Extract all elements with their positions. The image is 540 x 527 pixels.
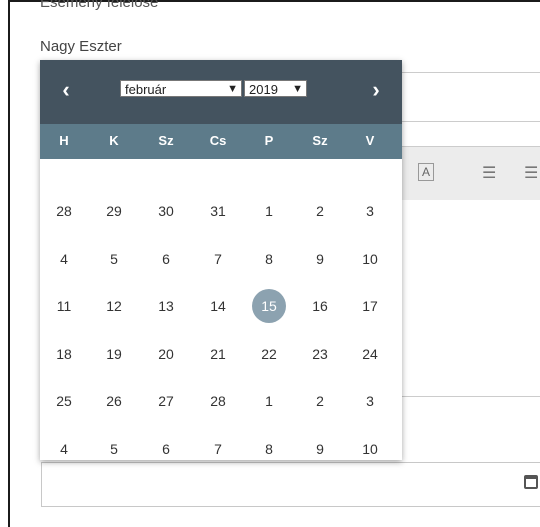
day-cell[interactable]: 8	[252, 432, 286, 466]
day-cell[interactable]: 3	[353, 384, 387, 418]
weekday-label: V	[365, 133, 375, 148]
year-value: 2019	[249, 82, 278, 97]
prev-month-button[interactable]: ‹	[56, 78, 76, 102]
day-cell[interactable]: 24	[353, 337, 387, 371]
datepicker-header: ‹ február ▼ 2019 ▼ ›	[40, 60, 402, 124]
day-cell[interactable]: 7	[201, 432, 235, 466]
day-cell[interactable]: 17	[353, 289, 387, 323]
editor-toolbar: A ☰ ☰	[400, 146, 540, 203]
owner-input[interactable]	[400, 72, 540, 122]
weekday-label: H	[59, 133, 69, 148]
month-value: február	[125, 82, 167, 97]
chevron-down-icon: ▼	[292, 83, 303, 95]
day-cell[interactable]: 13	[149, 289, 183, 323]
chevron-down-icon: ▼	[227, 83, 238, 95]
weekday-label: Cs	[209, 133, 227, 148]
day-cell[interactable]: 4	[47, 432, 81, 466]
owner-name-text: Nagy Eszter	[40, 38, 122, 55]
day-cell[interactable]: 19	[97, 337, 131, 371]
day-cell[interactable]: 7	[201, 242, 235, 276]
editor-area[interactable]	[400, 200, 540, 400]
month-select[interactable]: február ▼	[120, 80, 242, 97]
day-cell[interactable]: 14	[201, 289, 235, 323]
day-cell[interactable]: 8	[252, 242, 286, 276]
calendar-icon[interactable]	[524, 475, 538, 489]
weekday-row: H K Sz Cs P Sz V	[40, 124, 402, 159]
day-cell[interactable]: 30	[149, 194, 183, 228]
weekday-label: P	[264, 133, 274, 148]
day-cell[interactable]: 22	[252, 337, 286, 371]
day-cell[interactable]: 3	[353, 194, 387, 228]
day-cell[interactable]: 29	[97, 194, 131, 228]
ordered-list-icon[interactable]: ☰	[482, 163, 496, 183]
day-cell[interactable]: 20	[149, 337, 183, 371]
day-cell[interactable]: 18	[47, 337, 81, 371]
next-month-button[interactable]: ›	[366, 78, 386, 102]
day-cell[interactable]: 21	[201, 337, 235, 371]
day-cell[interactable]: 6	[149, 432, 183, 466]
day-cell[interactable]: 28	[201, 384, 235, 418]
day-cell[interactable]: 4	[47, 242, 81, 276]
day-cell[interactable]: 2	[303, 384, 337, 418]
day-cell[interactable]: 31	[201, 194, 235, 228]
unordered-list-icon[interactable]: ☰	[524, 163, 538, 183]
weekday-label: K	[109, 133, 119, 148]
day-cell[interactable]: 25	[47, 384, 81, 418]
day-cell[interactable]: 5	[97, 242, 131, 276]
day-cell[interactable]: 11	[47, 289, 81, 323]
event-owner-label: Esemény felelőse	[40, 0, 159, 11]
date-input[interactable]	[41, 462, 540, 507]
divider	[400, 396, 540, 397]
weekday-label: Sz	[312, 133, 328, 148]
datepicker: ‹ február ▼ 2019 ▼ › H K Sz Cs P Sz V 28 29 30 31…	[40, 60, 402, 460]
day-cell[interactable]: 9	[303, 432, 337, 466]
day-cell[interactable]: 26	[97, 384, 131, 418]
day-cell[interactable]: 1	[252, 194, 286, 228]
day-cell[interactable]: 28	[47, 194, 81, 228]
day-cell[interactable]: 2	[303, 194, 337, 228]
day-cell-selected[interactable]: 15	[252, 289, 286, 323]
day-cell[interactable]: 9	[303, 242, 337, 276]
text-color-icon[interactable]: A	[418, 163, 434, 181]
year-select[interactable]: 2019 ▼	[244, 80, 307, 97]
day-cell[interactable]: 27	[149, 384, 183, 418]
day-cell[interactable]: 5	[97, 432, 131, 466]
day-cell[interactable]: 1	[252, 384, 286, 418]
day-cell[interactable]: 23	[303, 337, 337, 371]
day-cell[interactable]: 16	[303, 289, 337, 323]
day-cell[interactable]: 12	[97, 289, 131, 323]
day-cell[interactable]: 10	[353, 432, 387, 466]
weekday-label: Sz	[158, 133, 174, 148]
day-cell[interactable]: 6	[149, 242, 183, 276]
day-cell[interactable]: 10	[353, 242, 387, 276]
